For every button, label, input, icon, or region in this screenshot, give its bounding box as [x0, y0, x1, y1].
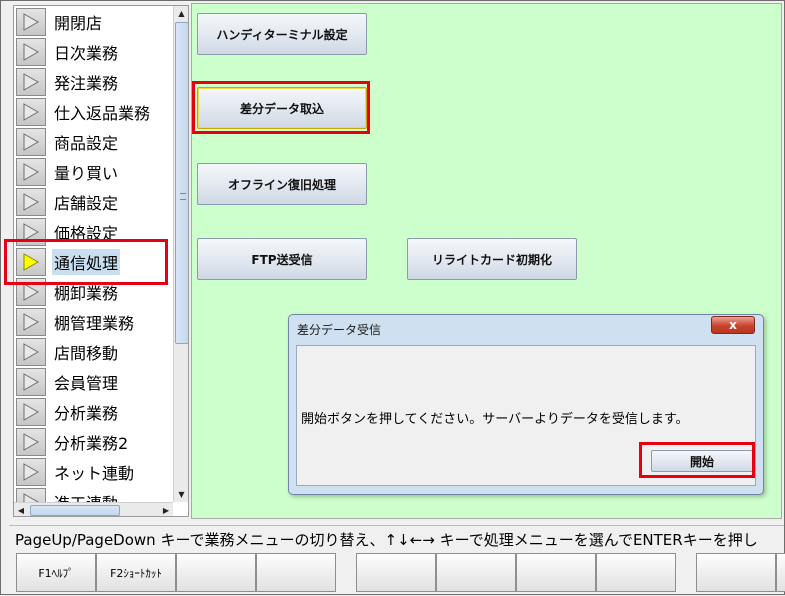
sidebar-item[interactable]: 分析業務 [14, 397, 173, 427]
play-arrow-icon[interactable] [16, 38, 46, 66]
function-key-10[interactable] [776, 553, 785, 592]
play-arrow-icon[interactable] [16, 218, 46, 246]
function-key-6[interactable] [436, 553, 516, 592]
sidebar-item[interactable]: 通信処理 [14, 247, 173, 277]
ftp-transfer-button[interactable]: FTP送受信 [197, 238, 367, 280]
dialog-body: 開始ボタンを押してください。サーバーよりデータを受信します。 開始 [296, 345, 756, 486]
play-arrow-icon[interactable] [16, 278, 46, 306]
play-arrow-icon[interactable] [16, 398, 46, 426]
play-arrow-active-icon[interactable] [16, 248, 46, 276]
sidebar-item[interactable]: 進工連動 [14, 487, 173, 502]
handy-terminal-settings-button[interactable]: ハンディターミナル設定 [197, 13, 367, 55]
function-key-3[interactable] [176, 553, 256, 592]
sidebar-item[interactable]: ネット連動 [14, 457, 173, 487]
sidebar-item-label: 日次業務 [54, 44, 119, 63]
sidebar-item[interactable]: 棚卸業務 [14, 277, 173, 307]
sidebar-vertical-scrollbar[interactable]: ▲ ▼ [173, 6, 188, 502]
sidebar-item-label: 発注業務 [54, 74, 119, 93]
business-menu-sidebar: 開閉店日次業務発注業務仕入返品業務 商品設定量り買い店舗設定価格設定通信処理棚卸業… [13, 5, 189, 517]
function-key-5[interactable] [356, 553, 436, 592]
start-button[interactable]: 開始 [651, 450, 753, 472]
function-key-4[interactable] [256, 553, 336, 592]
sidebar-item-label: 分析業務 [54, 404, 119, 423]
business-menu-list: 開閉店日次業務発注業務仕入返品業務 商品設定量り買い店舗設定価格設定通信処理棚卸業… [14, 6, 173, 502]
sidebar-item-label: 会員管理 [54, 374, 119, 393]
sidebar-item[interactable]: 発注業務 [14, 67, 173, 97]
play-arrow-icon[interactable] [16, 458, 46, 486]
sidebar-item-label: 通信処理 [52, 249, 121, 275]
horizontal-scroll-thumb[interactable] [30, 505, 120, 516]
sidebar-item[interactable]: 量り買い [14, 157, 173, 187]
function-key-8[interactable] [596, 553, 676, 592]
play-arrow-icon[interactable] [16, 338, 46, 366]
play-arrow-icon[interactable] [16, 308, 46, 336]
sidebar-item-label: 商品設定 [54, 134, 119, 153]
play-arrow-icon[interactable] [16, 128, 46, 156]
application-window: 開閉店日次業務発注業務仕入返品業務 商品設定量り買い店舗設定価格設定通信処理棚卸業… [0, 0, 785, 595]
play-arrow-icon[interactable] [16, 188, 46, 216]
play-arrow-icon[interactable] [16, 428, 46, 456]
function-key-7[interactable] [516, 553, 596, 592]
sidebar-item-label: 仕入返品業務 [54, 104, 151, 123]
function-key-9[interactable] [696, 553, 776, 592]
offline-recovery-button[interactable]: オフライン復旧処理 [197, 163, 367, 205]
sidebar-item-label: 棚管理業務 [54, 314, 135, 333]
diff-data-import-button[interactable]: 差分データ取込 [197, 87, 367, 129]
sidebar-horizontal-scrollbar[interactable]: ◀ ▶ [14, 502, 173, 516]
scroll-right-arrow-icon[interactable]: ▶ [159, 503, 173, 516]
sidebar-item-label: 量り買い [54, 164, 119, 183]
status-bar: PageUp/PageDown キーで業務メニューの切り替え、↑↓←→ キーで処… [9, 525, 784, 552]
sidebar-item-label: 開閉店 [54, 14, 103, 33]
sidebar-item[interactable]: 仕入返品業務 [14, 97, 173, 127]
sidebar-item[interactable]: 分析業務2 [14, 427, 173, 457]
sidebar-item[interactable]: 店間移動 [14, 337, 173, 367]
function-key-2[interactable]: F2ｼｮｰﾄｶｯﾄ [96, 553, 176, 592]
function-key-1[interactable]: F1ﾍﾙﾌﾟ [16, 553, 96, 592]
sidebar-item[interactable]: 棚管理業務 [14, 307, 173, 337]
close-icon[interactable]: x [711, 316, 755, 334]
sidebar-item-label: 棚卸業務 [54, 284, 119, 303]
function-key-bar: F1ﾍﾙﾌﾟ F2ｼｮｰﾄｶｯﾄ [1, 551, 785, 596]
play-arrow-icon[interactable] [16, 8, 46, 36]
sidebar-item[interactable]: 商品設定 [14, 127, 173, 157]
dialog-message: 開始ボタンを押してください。サーバーよりデータを受信します。 [301, 412, 689, 427]
scroll-thumb[interactable] [175, 22, 188, 344]
play-arrow-icon[interactable] [16, 488, 46, 502]
sidebar-item-label: 進工連動 [52, 489, 120, 502]
scroll-down-arrow-icon[interactable]: ▼ [174, 487, 188, 502]
dialog-title: 差分データ受信 [297, 323, 382, 337]
play-arrow-icon[interactable] [16, 368, 46, 396]
play-arrow-icon[interactable] [16, 98, 46, 126]
diff-data-receive-dialog: 差分データ受信 x 開始ボタンを押してください。サーバーよりデータを受信します。… [288, 314, 764, 495]
status-text: PageUp/PageDown キーで業務メニューの切り替え、↑↓←→ キーで処… [15, 531, 758, 549]
sidebar-item[interactable]: 価格設定 [14, 217, 173, 247]
scroll-up-arrow-icon[interactable]: ▲ [174, 6, 188, 21]
sidebar-item-label: ネット連動 [54, 464, 135, 483]
sidebar-item-label: 店舗設定 [54, 194, 119, 213]
play-arrow-icon[interactable] [16, 68, 46, 96]
sidebar-item-label: 分析業務2 [54, 434, 129, 453]
sidebar-item-label: 店間移動 [54, 344, 119, 363]
sidebar-item-label: 価格設定 [54, 224, 119, 243]
sidebar-item[interactable]: 店舗設定 [14, 187, 173, 217]
rewrite-card-init-button[interactable]: リライトカード初期化 [407, 238, 577, 280]
scroll-left-arrow-icon[interactable]: ◀ [14, 503, 28, 516]
play-arrow-icon[interactable] [16, 158, 46, 186]
sidebar-item[interactable]: 日次業務 [14, 37, 173, 67]
sidebar-item[interactable]: 開閉店 [14, 7, 173, 37]
sidebar-item[interactable]: 会員管理 [14, 367, 173, 397]
